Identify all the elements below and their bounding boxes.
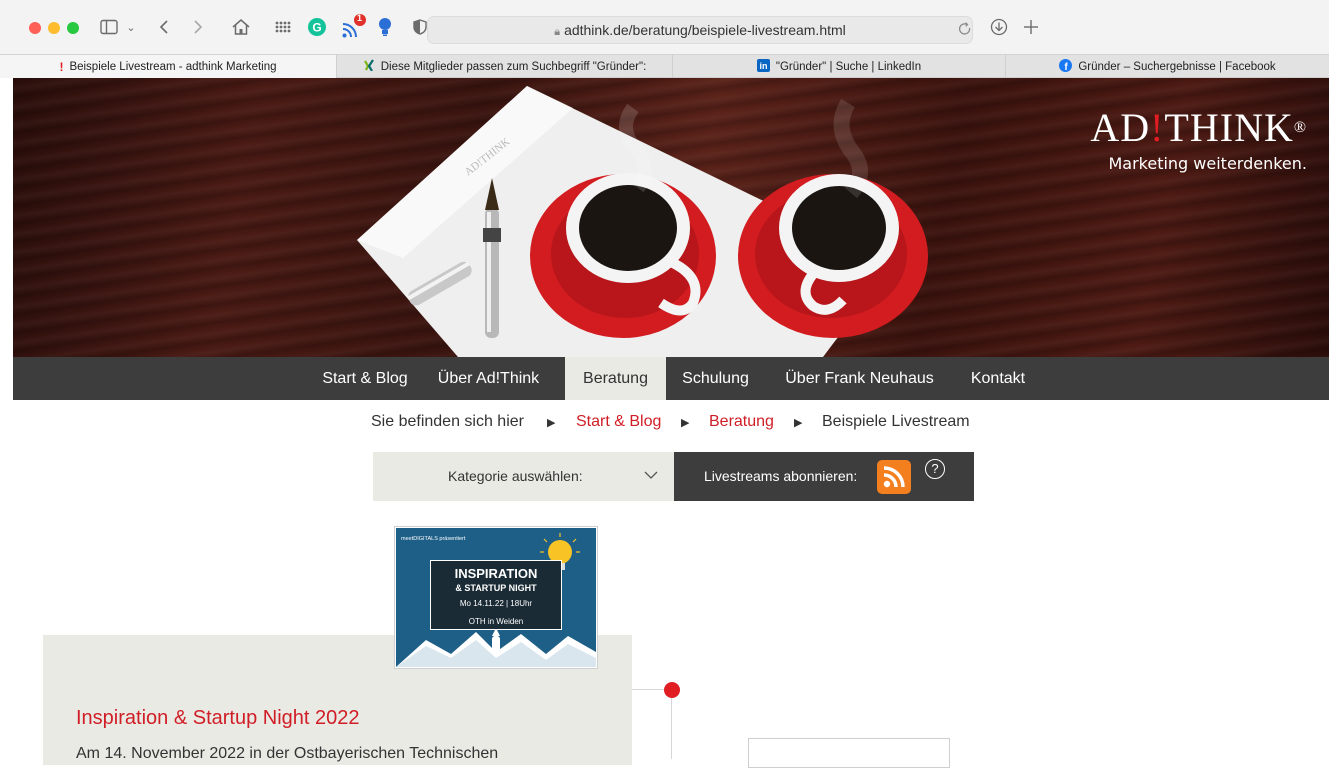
subscribe-bar: Livestreams abonnieren: ?: [674, 452, 974, 501]
breadcrumb-current: Beispiele Livestream: [822, 413, 970, 430]
tab-title: Diese Mitglieder passen zum Suchbegriff …: [380, 60, 647, 73]
tab-title: "Gründer" | Suche | LinkedIn: [775, 60, 922, 73]
breadcrumb-separator-icon: ▶: [547, 417, 556, 429]
tab-facebook[interactable]: f Gründer – Suchergebnisse | Facebook: [1006, 55, 1329, 78]
logo-part-ad: AD: [1090, 105, 1151, 150]
timeline-line: [671, 698, 672, 759]
forward-icon[interactable]: [190, 14, 206, 40]
post-title[interactable]: Inspiration & Startup Night 2022: [76, 707, 360, 730]
rss-subscribe-button[interactable]: [877, 460, 911, 494]
post-excerpt: Am 14. November 2022 in der Ostbayerisch…: [76, 745, 499, 762]
category-select-label: Kategorie auswählen:: [448, 468, 583, 484]
browser-toolbar: ⌄ G 1 🔒︎ adthink.de/beratung/beispiele-li…: [0, 0, 1329, 54]
xing-icon: [363, 59, 375, 74]
breadcrumb-link-beratung[interactable]: Beratung: [709, 413, 774, 431]
breadcrumb-separator-icon: ▶: [794, 417, 803, 429]
download-icon[interactable]: [988, 14, 1010, 40]
url-value: adthink.de/beratung/beispiele-livestream…: [564, 22, 846, 38]
tab-linkedin[interactable]: in "Gründer" | Suche | LinkedIn: [673, 55, 1006, 78]
breadcrumb-prefix: Sie befinden sich hier: [371, 413, 524, 430]
logo-registered: ®: [1293, 119, 1307, 136]
logo-wordmark: AD!THINK®: [1090, 108, 1307, 148]
minimize-window-button[interactable]: [48, 22, 60, 34]
main-nav: Start & Blog Über Ad!Think Beratung Schu…: [13, 357, 1329, 400]
tab-bar: ! Beispiele Livestream - adthink Marketi…: [0, 54, 1329, 78]
reload-icon[interactable]: [958, 22, 972, 41]
nav-item-start-blog[interactable]: Start & Blog: [310, 357, 420, 400]
breadcrumb-separator-icon: ▶: [681, 417, 690, 429]
sidebar-icon[interactable]: [99, 14, 119, 40]
nav-item-ueber-frank-neuhaus[interactable]: Über Frank Neuhaus: [773, 357, 946, 400]
close-window-button[interactable]: [29, 22, 41, 34]
nav-item-schulung[interactable]: Schulung: [673, 357, 758, 400]
hero-banner: AD!THINK AD!THINK® Marketing weiterdenke…: [13, 78, 1329, 357]
thumbnail-line-2: & STARTUP NIGHT: [455, 583, 537, 593]
rss-reader-icon[interactable]: 1: [340, 13, 366, 40]
thumbnail-line-4: OTH in Weiden: [468, 617, 524, 626]
timeline-dot: [664, 682, 680, 698]
notification-badge: 1: [357, 13, 363, 23]
tab-adthink[interactable]: ! Beispiele Livestream - adthink Marketi…: [0, 55, 337, 78]
post-thumbnail[interactable]: meetDIGITALS präsentiert INSPIRATION & S…: [394, 526, 598, 669]
apps-grid-icon[interactable]: [272, 14, 294, 40]
bulb-icon[interactable]: [374, 14, 396, 40]
adthink-favicon: !: [59, 59, 64, 74]
chevron-down-icon: [644, 471, 658, 479]
tab-title: Gründer – Suchergebnisse | Facebook: [1078, 60, 1276, 73]
rss-icon: [883, 466, 905, 488]
address-bar[interactable]: 🔒︎ adthink.de/beratung/beispiele-livestre…: [427, 16, 973, 44]
lock-icon: 🔒︎: [554, 25, 561, 38]
thumbnail-presenter: meetDIGITALS präsentiert: [401, 536, 466, 542]
adthink-logo[interactable]: AD!THINK® Marketing weiterdenken.: [1090, 108, 1307, 174]
subscribe-label: Livestreams abonnieren:: [704, 468, 858, 484]
nav-item-beratung[interactable]: Beratung: [565, 357, 666, 400]
new-tab-icon[interactable]: [1020, 14, 1042, 40]
back-icon[interactable]: [156, 14, 172, 40]
chevron-down-icon[interactable]: ⌄: [124, 14, 138, 40]
tab-title: Beispiele Livestream - adthink Marketing: [69, 60, 277, 73]
logo-part-think: THINK: [1164, 105, 1294, 150]
svg-text:G: G: [312, 21, 321, 35]
linkedin-icon: in: [756, 58, 770, 75]
home-icon[interactable]: [230, 14, 252, 40]
thumbnail-chalkboard: INSPIRATION & STARTUP NIGHT Mo 14.11.22 …: [430, 560, 562, 630]
logo-tagline: Marketing weiterdenken.: [1108, 154, 1307, 173]
nav-item-ueber-adthink[interactable]: Über Ad!Think: [430, 357, 547, 400]
breadcrumb-link-start-blog[interactable]: Start & Blog: [576, 413, 661, 431]
thumbnail-line-3: Mo 14.11.22 | 18Uhr: [459, 599, 533, 608]
nav-item-kontakt[interactable]: Kontakt: [958, 357, 1038, 400]
grammarly-icon[interactable]: G: [306, 14, 328, 40]
thumbnail-line-1: INSPIRATION: [454, 566, 538, 581]
zoom-window-button[interactable]: [67, 22, 79, 34]
tab-xing[interactable]: Diese Mitglieder passen zum Suchbegriff …: [337, 55, 673, 78]
svg-text:in: in: [759, 61, 767, 71]
url-text[interactable]: 🔒︎ adthink.de/beratung/beispiele-livestre…: [428, 22, 972, 39]
logo-part-mark: !: [1150, 105, 1165, 150]
category-select[interactable]: Kategorie auswählen:: [373, 452, 674, 501]
facebook-icon: f: [1059, 58, 1073, 75]
next-post-card[interactable]: [748, 738, 950, 768]
help-icon[interactable]: ?: [925, 459, 945, 479]
